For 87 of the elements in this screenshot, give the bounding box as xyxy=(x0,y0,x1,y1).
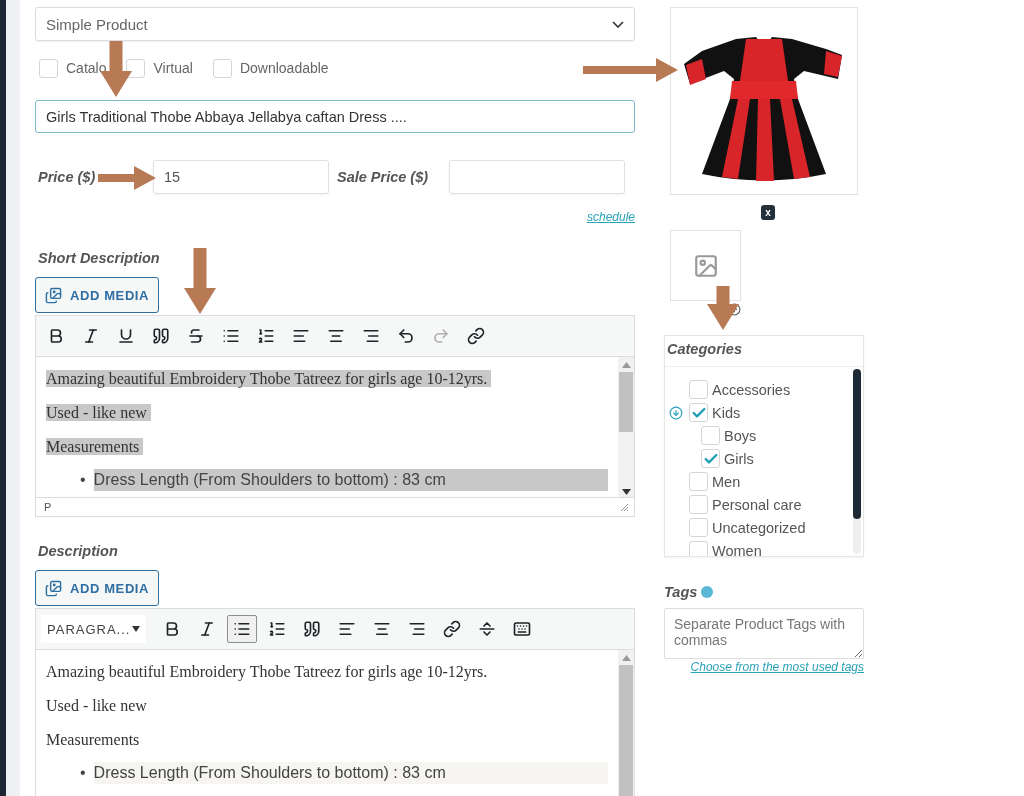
text-editor[interactable]: Amazing beautiful Embroidery Thobe Tatreez for girls age 10-12yrs. Used - like new Measurements • Dress Length (From Shoulders to bottom) : 83 cm P xyxy=(35,315,635,517)
bulleted-list-icon xyxy=(233,620,252,638)
checkbox[interactable] xyxy=(689,403,708,422)
checkbox[interactable] xyxy=(689,541,708,556)
category-option[interactable]: Uncategorized xyxy=(689,516,847,539)
product-option[interactable]: Catalo xyxy=(39,58,107,78)
paragraph: Measurements xyxy=(46,435,608,459)
caret-icon xyxy=(132,626,141,632)
quote-icon xyxy=(152,327,170,345)
category-option[interactable]: Boys xyxy=(701,424,847,447)
media-icon xyxy=(45,579,62,597)
category-option[interactable]: Kids xyxy=(689,401,847,424)
link-icon xyxy=(443,620,462,638)
list-item: Dress Length (From Shoulders to bottom) : 83 cm xyxy=(93,469,608,491)
checkbox[interactable] xyxy=(39,58,58,78)
bulleted-list-icon xyxy=(222,327,240,345)
gallery-image-slot[interactable] xyxy=(670,230,741,301)
paragraph: Used - like new xyxy=(46,401,608,425)
image-icon xyxy=(692,252,719,279)
toolbar-button[interactable] xyxy=(227,615,258,643)
checkbox[interactable] xyxy=(689,380,708,399)
field-label: Price ($) xyxy=(38,169,96,185)
link-icon xyxy=(467,327,485,345)
checkbox[interactable] xyxy=(701,426,720,445)
align-center-icon xyxy=(327,327,345,345)
bullet-mark: • xyxy=(80,470,86,490)
redo-icon xyxy=(432,327,450,345)
category-option[interactable]: Accessories xyxy=(689,378,847,401)
field-label: Sale Price ($) xyxy=(337,169,429,185)
price-field[interactable]: 15 xyxy=(153,160,329,194)
checkbox[interactable] xyxy=(212,58,232,78)
add-media-button[interactable]: ADD MEDIA xyxy=(35,570,160,606)
panel-title: Categories xyxy=(665,336,863,367)
numbered-list-icon xyxy=(257,327,275,345)
format-dropdown[interactable]: PARAGRA... xyxy=(41,615,147,643)
checkbox[interactable] xyxy=(126,58,146,78)
category-option[interactable]: Women xyxy=(689,539,847,556)
paragraph: Amazing beautiful Embroidery Thobe Tatreez for girls age 10-12yrs. xyxy=(46,662,489,683)
align-left-icon xyxy=(292,327,310,345)
italic-icon xyxy=(82,327,100,345)
numbered-list-icon xyxy=(268,620,287,638)
quote-icon xyxy=(303,620,322,638)
read-more-icon xyxy=(478,620,497,638)
scroll-down-icon[interactable] xyxy=(621,489,631,495)
add-media-button[interactable]: ADD MEDIA xyxy=(35,277,160,313)
category-option[interactable]: Girls xyxy=(701,447,847,470)
checkbox[interactable] xyxy=(689,495,708,514)
align-center-icon xyxy=(373,620,392,638)
align-left-icon xyxy=(338,620,357,638)
product-image-frame[interactable] xyxy=(670,7,858,195)
undo-icon xyxy=(397,327,415,345)
scrollbar[interactable] xyxy=(853,369,861,554)
paragraph: Used - like new xyxy=(46,696,148,716)
category-option[interactable]: Personal care xyxy=(689,493,847,516)
align-right-icon xyxy=(362,327,380,345)
paragraph: Measurements xyxy=(46,730,141,750)
category-option[interactable]: Men xyxy=(689,470,847,493)
annotation-arrow xyxy=(184,248,216,314)
tags-field[interactable]: Separate Product Tags with commas xyxy=(664,608,864,659)
product-option[interactable]: Downloadable xyxy=(212,58,329,78)
text-editor[interactable]: PARAGRA... Amazing beautiful Embroidery Thobe Tatreez for girls age 10-12yrs. Used - like new Measurements • Dress Length (From Shoulders to bottom) : 83 cm xyxy=(35,608,635,796)
underline-icon xyxy=(117,327,135,345)
expand-icon[interactable] xyxy=(669,406,683,420)
annotation-arrow xyxy=(707,286,739,330)
product-type-select[interactable]: Simple Product xyxy=(35,7,635,41)
checkbox[interactable] xyxy=(689,472,708,491)
scrollbar[interactable] xyxy=(618,357,634,497)
element-path: P xyxy=(44,501,52,513)
chevron-down-icon xyxy=(612,20,624,28)
align-right-icon xyxy=(408,620,427,638)
checkbox[interactable] xyxy=(701,449,720,468)
remove-image-button[interactable]: x xyxy=(761,205,775,220)
strikethrough-icon xyxy=(187,327,205,345)
section-label: Description xyxy=(38,543,118,559)
checkbox[interactable] xyxy=(689,518,708,537)
tags-label: Tags xyxy=(664,584,698,600)
media-icon xyxy=(45,286,62,304)
title-field[interactable]: Girls Traditional Thobe Abbaya Jellabya caftan Dress .... xyxy=(35,100,635,133)
sale-price-field[interactable] xyxy=(449,160,625,194)
scrollbar[interactable] xyxy=(618,650,634,796)
resize-grip-icon[interactable] xyxy=(621,503,628,511)
product-option[interactable]: Virtual xyxy=(126,58,193,78)
annotation-arrow xyxy=(98,166,156,190)
keyboard-icon xyxy=(513,620,532,638)
bullet-mark: • xyxy=(80,763,86,783)
list-item: Dress Length (From Shoulders to bottom) : 83 cm xyxy=(93,762,608,784)
section-label: Short Description xyxy=(38,250,160,266)
